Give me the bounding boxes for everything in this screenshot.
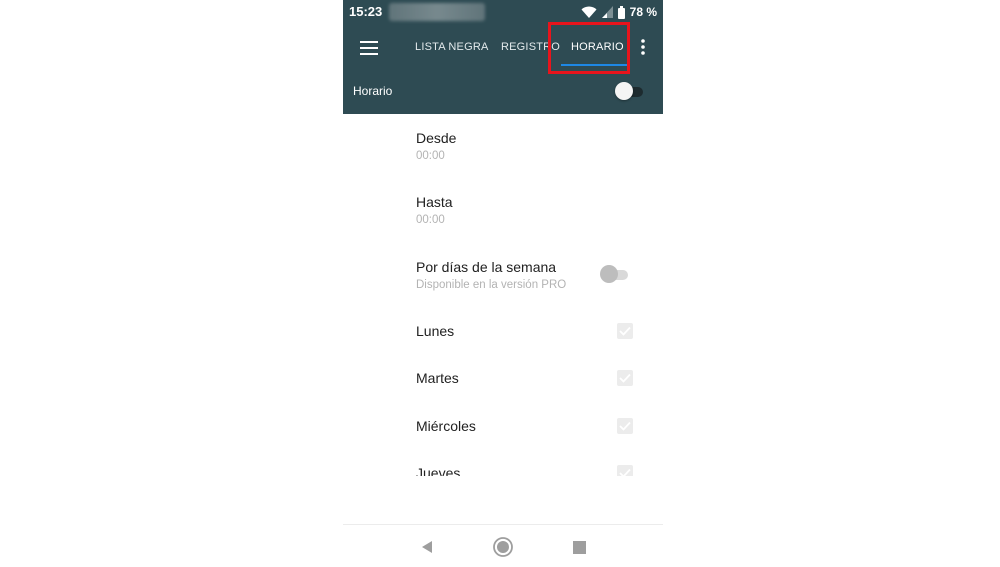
day-item-lunes[interactable]: Lunes xyxy=(416,323,454,339)
nav-back-button[interactable] xyxy=(415,535,439,559)
back-icon xyxy=(422,541,432,553)
pref-desde-value: 00:00 xyxy=(416,150,445,162)
check-icon xyxy=(619,421,631,431)
wifi-icon xyxy=(581,6,597,19)
pref-desde-title: Desde xyxy=(416,130,457,146)
pref-hasta[interactable]: Hasta 00:00 xyxy=(416,194,453,226)
status-bar: 15:23 78 % xyxy=(343,0,663,24)
schedule-toggle-label: Horario xyxy=(353,84,393,98)
day-label: Jueves xyxy=(416,465,461,476)
overflow-menu-button[interactable] xyxy=(637,36,649,58)
pref-desde[interactable]: Desde 00:00 xyxy=(416,130,456,162)
day-label: Lunes xyxy=(416,323,455,339)
more-vert-icon xyxy=(641,39,645,55)
home-icon xyxy=(493,537,513,557)
day-label: Martes xyxy=(416,370,459,386)
day-item-miercoles[interactable]: Miércoles xyxy=(416,418,476,434)
battery-icon xyxy=(617,5,625,19)
switch-thumb xyxy=(615,82,633,100)
highlight-annotation-box xyxy=(548,22,630,74)
por-dias-switch[interactable] xyxy=(600,265,630,283)
day-checkbox-miercoles[interactable] xyxy=(617,418,633,434)
tab-lista-negra[interactable]: LISTA NEGRA xyxy=(415,36,489,58)
phone-screen: 15:23 78 % LISTA NEGRA REGISTRO HORARIO … xyxy=(343,0,663,567)
day-checkbox-lunes[interactable] xyxy=(617,323,633,339)
battery-percent: 78 % xyxy=(629,5,657,19)
day-item-martes[interactable]: Martes xyxy=(416,370,459,386)
pref-por-dias[interactable]: Por días de la semana Disponible en la v… xyxy=(416,259,566,291)
recents-icon xyxy=(572,540,586,554)
check-icon xyxy=(619,373,631,383)
menu-button[interactable] xyxy=(357,36,381,60)
system-nav-bar xyxy=(343,524,663,567)
nav-recents-button[interactable] xyxy=(567,535,591,559)
day-checkbox-jueves[interactable] xyxy=(617,465,633,476)
schedule-settings-list: Desde 00:00 Hasta 00:00 Por días de la s… xyxy=(343,114,663,476)
pref-por-dias-title: Por días de la semana xyxy=(416,259,557,275)
pref-hasta-value: 00:00 xyxy=(416,214,445,226)
pref-por-dias-summary: Disponible en la versión PRO xyxy=(416,279,567,291)
blurred-notification-area xyxy=(389,3,485,21)
nav-home-button[interactable] xyxy=(491,535,515,559)
day-checkbox-martes[interactable] xyxy=(617,370,633,386)
hamburger-menu-icon xyxy=(360,41,378,55)
day-item-jueves[interactable]: Jueves xyxy=(416,465,460,476)
status-indicators: 78 % xyxy=(581,4,657,20)
pref-hasta-title: Hasta xyxy=(416,194,453,210)
switch-thumb xyxy=(600,265,618,283)
day-label: Miércoles xyxy=(416,418,476,434)
check-icon xyxy=(619,468,631,476)
schedule-toggle-switch[interactable] xyxy=(615,82,645,100)
check-icon xyxy=(619,326,631,336)
status-time: 15:23 xyxy=(349,4,383,19)
signal-icon xyxy=(601,6,613,18)
app-bar: LISTA NEGRA REGISTRO HORARIO Horario xyxy=(343,22,663,114)
